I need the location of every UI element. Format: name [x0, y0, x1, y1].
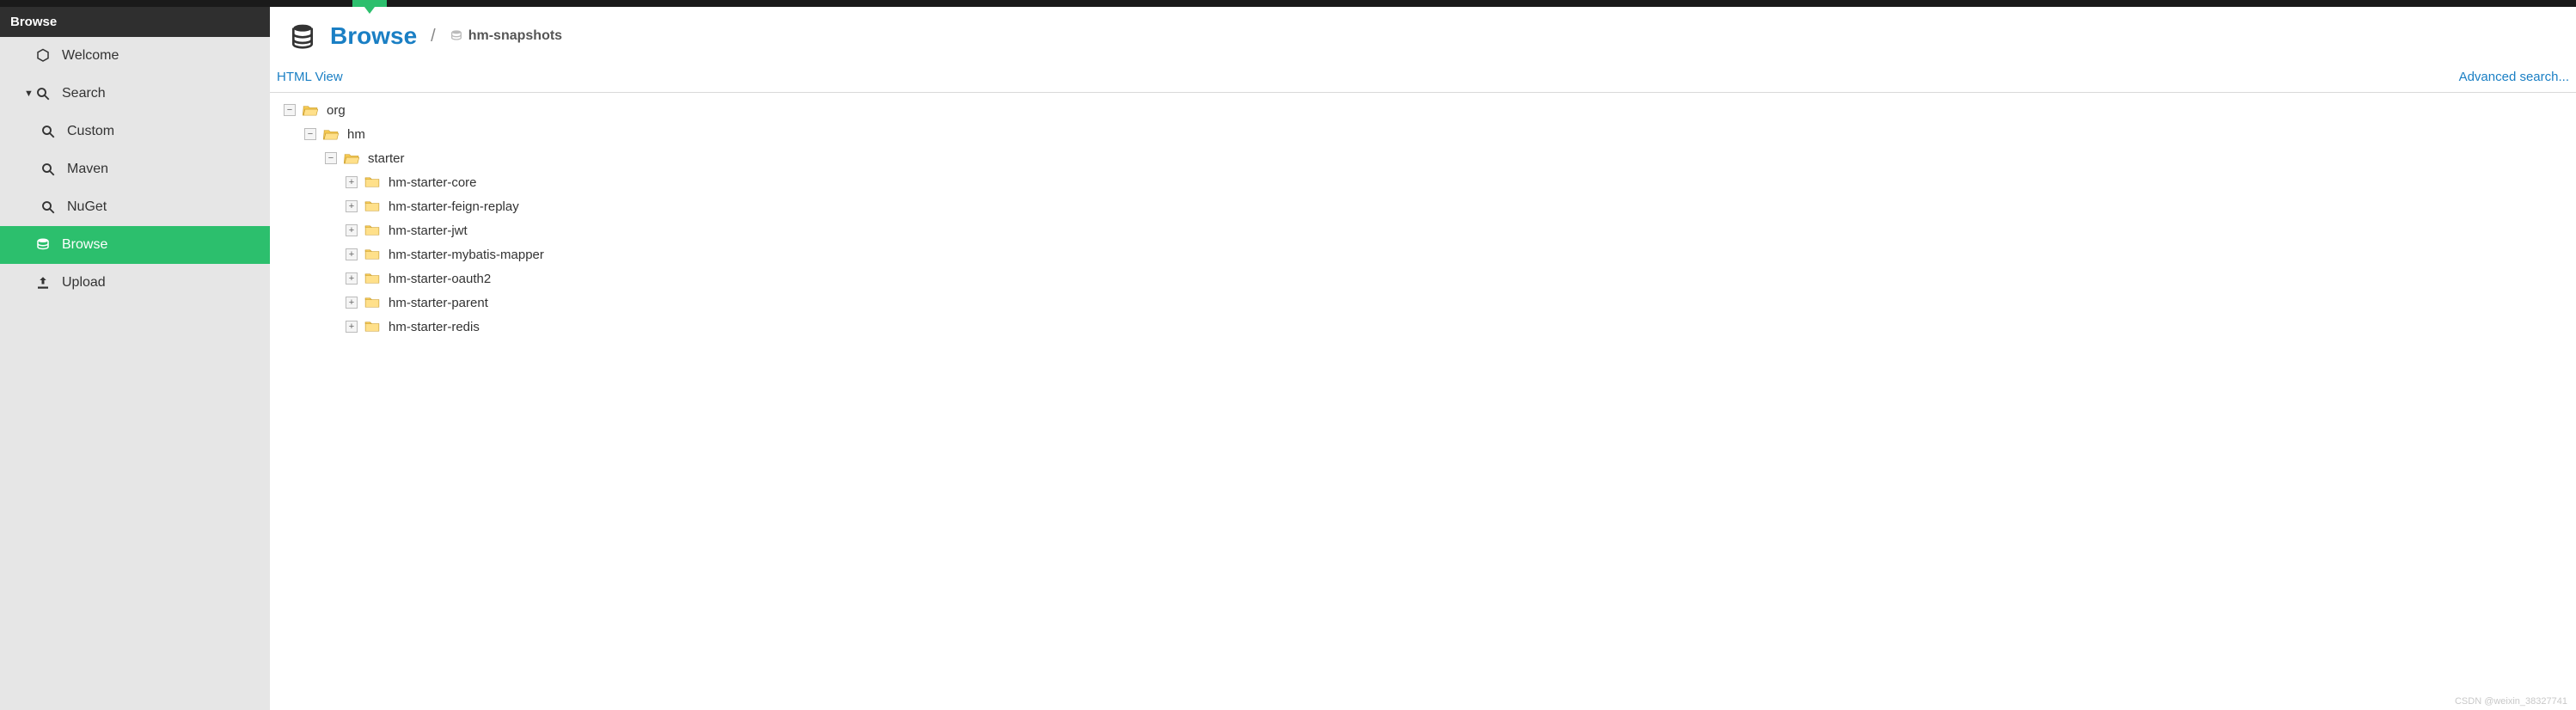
- main-panel: Browse / hm-snapshots HTML View Advanced…: [270, 7, 2576, 710]
- sidebar-item-welcome[interactable]: Welcome: [0, 37, 270, 75]
- folder-closed-icon: [364, 176, 380, 188]
- tree-node[interactable]: + hm-starter-parent: [273, 291, 2573, 315]
- content-toolbar: HTML View Advanced search...: [270, 62, 2576, 93]
- folder-open-icon: [303, 104, 318, 116]
- top-bar-active-indicator: [352, 0, 387, 7]
- repo-tree: −org−hm−starter+hm-starter-core+hm-start…: [270, 93, 2576, 344]
- sidebar-item-label: Search: [62, 86, 106, 101]
- page-title[interactable]: Browse: [330, 22, 417, 50]
- tree-node[interactable]: + hm-starter-redis: [273, 315, 2573, 339]
- breadcrumb-separator: /: [431, 27, 436, 46]
- tree-node-label: org: [327, 103, 346, 118]
- tree-node-label: starter: [368, 151, 405, 166]
- sidebar-item-browse[interactable]: Browse: [0, 226, 270, 264]
- folder-closed-icon: [364, 224, 380, 236]
- sidebar-item-nuget[interactable]: NuGet: [0, 188, 270, 226]
- expand-icon[interactable]: +: [346, 200, 358, 212]
- sidebar-header: Browse: [0, 7, 270, 37]
- sidebar-item-upload[interactable]: Upload: [0, 264, 270, 302]
- sidebar-item-search[interactable]: ▼Search: [0, 75, 270, 113]
- expand-icon[interactable]: +: [346, 321, 358, 333]
- search-icon: [34, 85, 52, 102]
- breadcrumb-repo-label: hm-snapshots: [468, 28, 562, 44]
- tree-node[interactable]: − starter: [273, 146, 2573, 170]
- tree-node-label: hm-starter-feign-replay: [389, 199, 519, 214]
- tree-node[interactable]: + hm-starter-feign-replay: [273, 194, 2573, 218]
- tree-node[interactable]: − org: [273, 98, 2573, 122]
- tree-node-label: hm-starter-redis: [389, 320, 480, 334]
- expand-icon[interactable]: +: [346, 297, 358, 309]
- sidebar-item-label: Upload: [62, 275, 106, 291]
- html-view-link[interactable]: HTML View: [277, 70, 343, 84]
- top-bar: [0, 0, 2576, 7]
- database-icon: [34, 236, 52, 254]
- tree-node-label: hm: [347, 127, 365, 142]
- database-icon: [289, 22, 316, 50]
- breadcrumb-repo[interactable]: hm-snapshots: [450, 28, 562, 44]
- expand-icon[interactable]: +: [346, 248, 358, 260]
- search-icon: [40, 161, 57, 178]
- expand-icon[interactable]: +: [346, 224, 358, 236]
- folder-closed-icon: [364, 297, 380, 309]
- tree-node[interactable]: − hm: [273, 122, 2573, 146]
- folder-closed-icon: [364, 248, 380, 260]
- tree-node-label: hm-starter-oauth2: [389, 272, 491, 286]
- upload-icon: [34, 274, 52, 291]
- hexagon-icon: [34, 47, 52, 64]
- folder-open-icon: [344, 152, 359, 164]
- advanced-search-link[interactable]: Advanced search...: [2459, 70, 2569, 84]
- tree-node[interactable]: + hm-starter-oauth2: [273, 266, 2573, 291]
- tree-node-label: hm-starter-core: [389, 175, 477, 190]
- collapse-icon[interactable]: −: [284, 104, 296, 116]
- sidebar-item-maven[interactable]: Maven: [0, 150, 270, 188]
- sidebar-item-label: Custom: [67, 124, 114, 139]
- search-icon: [40, 199, 57, 216]
- collapse-icon[interactable]: −: [304, 128, 316, 140]
- folder-open-icon: [323, 128, 339, 140]
- sidebar-item-label: NuGet: [67, 199, 107, 215]
- tree-node[interactable]: + hm-starter-mybatis-mapper: [273, 242, 2573, 266]
- sidebar-item-label: Welcome: [62, 48, 119, 64]
- tree-node[interactable]: + hm-starter-jwt: [273, 218, 2573, 242]
- expand-icon[interactable]: +: [346, 272, 358, 285]
- content-header: Browse / hm-snapshots: [270, 7, 2576, 62]
- folder-closed-icon: [364, 272, 380, 285]
- folder-closed-icon: [364, 200, 380, 212]
- search-icon: [40, 123, 57, 140]
- tree-node-label: hm-starter-mybatis-mapper: [389, 248, 544, 262]
- folder-closed-icon: [364, 321, 380, 333]
- sidebar: Browse Welcome ▼Search Custom Maven NuGet Bro…: [0, 7, 270, 710]
- sidebar-item-label: Browse: [62, 237, 107, 253]
- sidebar-item-custom[interactable]: Custom: [0, 113, 270, 150]
- expand-icon[interactable]: +: [346, 176, 358, 188]
- collapse-icon[interactable]: −: [325, 152, 337, 164]
- tree-node[interactable]: + hm-starter-core: [273, 170, 2573, 194]
- tree-node-label: hm-starter-parent: [389, 296, 488, 310]
- database-small-icon: [450, 29, 463, 43]
- watermark: CSDN @weixin_38327741: [2455, 696, 2567, 707]
- sidebar-item-label: Maven: [67, 162, 108, 177]
- tree-node-label: hm-starter-jwt: [389, 223, 468, 238]
